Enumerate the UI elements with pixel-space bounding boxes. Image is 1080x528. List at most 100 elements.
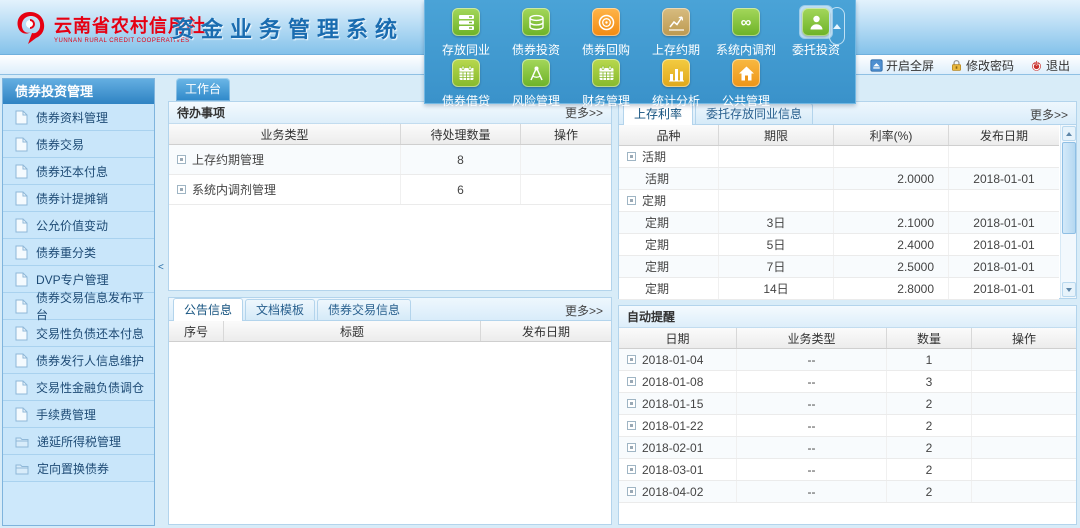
todo-op (521, 175, 611, 204)
menu-item-internal-adjustment[interactable]: ∞ 系统内调剂 (711, 6, 781, 58)
fullscreen-link[interactable]: 开启全屏 (870, 57, 934, 74)
sidebar-item-bond-principal-interest[interactable]: 债券还本付息 (3, 158, 154, 185)
menu-item-finance-management[interactable]: 财务管理 (571, 57, 641, 109)
reminder-op (972, 415, 1076, 436)
table-group-row[interactable]: 定期 (619, 190, 1059, 212)
tab-bond-trade-info[interactable]: 债券交易信息 (317, 299, 411, 320)
sidebar-item-label: 债券重分类 (36, 244, 96, 261)
menu-item-label: 存放同业 (442, 41, 490, 58)
sidebar-collapse-arrow[interactable]: < (158, 262, 164, 273)
collapse-icon[interactable] (627, 196, 636, 205)
sidebar-item-bond-accrual-amortization[interactable]: 债券计提摊销 (3, 185, 154, 212)
announcements-table-header: 序号 标题 发布日期 (169, 321, 611, 342)
sidebar-item-label: 手续费管理 (36, 406, 96, 423)
vertical-scrollbar[interactable] (1060, 125, 1076, 298)
sidebar-item-label: 债券发行人信息维护 (36, 352, 144, 369)
table-row[interactable]: 上存约期管理 8 (169, 145, 611, 175)
scroll-down-button[interactable] (1062, 282, 1076, 297)
document-icon (15, 110, 28, 125)
menu-item-deposit-term[interactable]: 上存约期 (641, 6, 711, 58)
reminder-op (972, 349, 1076, 370)
credit-coop-logo-icon (10, 8, 50, 48)
sidebar-item-bond-issuer-info[interactable]: 债券发行人信息维护 (3, 347, 154, 374)
expand-icon[interactable] (627, 399, 636, 408)
sidebar-item-deferred-tax-mgmt[interactable]: 递延所得税管理 (3, 428, 154, 455)
scrollbar-thumb[interactable] (1062, 142, 1076, 234)
rate-value (834, 190, 949, 211)
sidebar-item-bond-reclassification[interactable]: 债券重分类 (3, 239, 154, 266)
rate-term (719, 168, 834, 189)
tab-doc-templates[interactable]: 文档模板 (245, 299, 315, 320)
table-row[interactable]: 2018-01-04 -- 1 (619, 349, 1076, 371)
rate-value: 2.4000 (834, 234, 949, 255)
sidebar-item-bond-data-mgmt[interactable]: 债券资料管理 (3, 104, 154, 131)
table-row[interactable]: 定期 5日 2.4000 2018-01-01 (619, 234, 1059, 256)
table-row[interactable]: 2018-01-22 -- 2 (619, 415, 1076, 437)
menu-item-label: 风险管理 (512, 92, 560, 109)
reminder-op (972, 481, 1076, 502)
sidebar-item-bond-trade-info-platform[interactable]: 债券交易信息发布平台 (3, 293, 154, 320)
folder-icon (15, 435, 29, 448)
scroll-up-button[interactable] (1062, 126, 1076, 141)
table-row[interactable]: 2018-03-01 -- 2 (619, 459, 1076, 481)
reminders-panel-title: 自动提醒 (627, 308, 675, 325)
table-group-row[interactable]: 活期 (619, 146, 1059, 168)
table-row[interactable]: 2018-04-02 -- 2 (619, 481, 1076, 503)
expand-icon[interactable] (177, 185, 186, 194)
change-password-link[interactable]: 修改密码 (950, 57, 1014, 74)
lock-icon (950, 59, 963, 72)
menu-collapse-button[interactable] (829, 7, 845, 45)
tab-workbench[interactable]: 工作台 (176, 78, 230, 101)
expand-icon[interactable] (627, 443, 636, 452)
expand-icon[interactable] (177, 155, 186, 164)
sidebar-item-label: 债券资料管理 (36, 109, 108, 126)
sidebar-item-label: DVP专户管理 (36, 271, 109, 288)
compass-icon (522, 59, 550, 87)
reminder-type: -- (737, 415, 887, 436)
expand-icon[interactable] (627, 487, 636, 496)
expand-icon[interactable] (627, 421, 636, 430)
sidebar-item-fee-management[interactable]: 手续费管理 (3, 401, 154, 428)
sidebar-item-directed-swap-bonds[interactable]: 定向置换债券 (3, 455, 154, 482)
sidebar-item-fair-value-change[interactable]: 公允价值变动 (3, 212, 154, 239)
document-icon (15, 353, 28, 368)
sidebar-item-trading-financial-liability[interactable]: 交易性金融负债调仓 (3, 374, 154, 401)
logout-link[interactable]: 退出 (1030, 57, 1070, 74)
menu-item-public-management[interactable]: 公共管理 (711, 57, 781, 109)
table-row[interactable]: 2018-01-08 -- 3 (619, 371, 1076, 393)
reminder-count: 2 (887, 481, 972, 502)
sidebar-item-trading-liability-interest[interactable]: 交易性负债还本付息 (3, 320, 154, 347)
rate-kind: 定期 (645, 258, 669, 275)
collapse-icon[interactable] (627, 152, 636, 161)
reminder-type: -- (737, 459, 887, 480)
column-header: 待处理数量 (401, 124, 521, 144)
expand-icon[interactable] (627, 465, 636, 474)
table-row[interactable]: 定期 7日 2.5000 2018-01-01 (619, 256, 1059, 278)
announcements-more-link[interactable]: 更多>> (565, 302, 603, 319)
fullscreen-link-label: 开启全屏 (886, 57, 934, 74)
menu-item-label: 财务管理 (582, 92, 630, 109)
menu-item-statistics-analysis[interactable]: 统计分析 (641, 57, 711, 109)
table-row[interactable]: 2018-02-01 -- 2 (619, 437, 1076, 459)
rate-date (949, 146, 1059, 167)
infinity-icon: ∞ (732, 8, 760, 36)
expand-icon[interactable] (627, 377, 636, 386)
rates-more-link[interactable]: 更多>> (1030, 106, 1068, 123)
home-icon (732, 59, 760, 87)
column-header: 数量 (887, 328, 972, 348)
menu-item-bond-investment[interactable]: 债券投资 (501, 6, 571, 58)
table-row[interactable]: 系统内调剂管理 6 (169, 175, 611, 205)
expand-icon[interactable] (627, 355, 636, 364)
menu-item-deposit-interbank[interactable]: 存放同业 (431, 6, 501, 58)
menu-item-risk-management[interactable]: 风险管理 (501, 57, 571, 109)
sidebar-item-bond-trading[interactable]: 债券交易 (3, 131, 154, 158)
table-row[interactable]: 定期 3日 2.1000 2018-01-01 (619, 212, 1059, 234)
reminder-count: 1 (887, 349, 972, 370)
table-row[interactable]: 活期 2.0000 2018-01-01 (619, 168, 1059, 190)
menu-item-bond-repo[interactable]: 债券回购 (571, 6, 641, 58)
table-row[interactable]: 定期 14日 2.8000 2018-01-01 (619, 278, 1059, 300)
menu-item-bond-lending[interactable]: 债券借贷 (431, 57, 501, 109)
column-header: 操作 (972, 328, 1076, 348)
tab-announcements[interactable]: 公告信息 (173, 298, 243, 321)
table-row[interactable]: 2018-01-15 -- 2 (619, 393, 1076, 415)
